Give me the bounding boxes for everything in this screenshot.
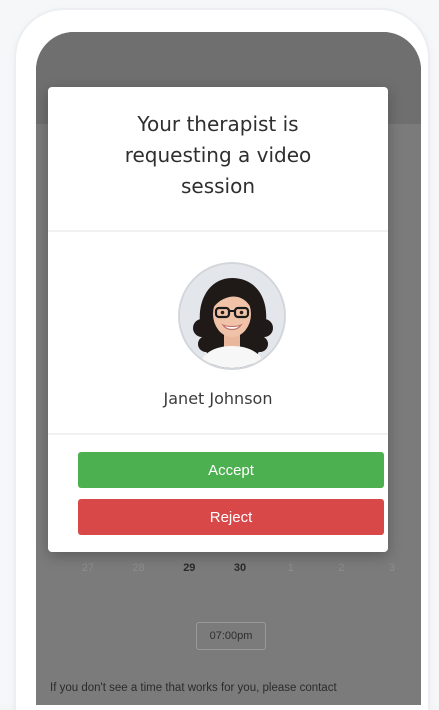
calendar-day[interactable]: 1	[273, 562, 309, 580]
calendar-day[interactable]: 29	[171, 562, 207, 580]
modal-title-line: session	[180, 174, 256, 198]
accept-button[interactable]: Accept	[78, 452, 384, 488]
calendar-day[interactable]: 2	[323, 562, 359, 580]
availability-notice: If you don't see a time that works for y…	[50, 682, 337, 694]
calendar-day-row: 27 28 29 30 1 2 3	[70, 562, 410, 580]
modal-title: Your therapist is requesting a video ses…	[68, 109, 368, 202]
therapist-portrait-icon	[180, 264, 284, 368]
calendar-day[interactable]: 28	[121, 562, 157, 580]
calendar-day[interactable]: 27	[70, 562, 106, 580]
therapist-name: Janet Johnson	[163, 389, 273, 408]
time-slot-button[interactable]: 07:00pm	[196, 622, 266, 650]
modal-title-line: requesting a video	[124, 143, 312, 167]
calendar-day[interactable]: 3	[374, 562, 410, 580]
calendar-day[interactable]: 30	[222, 562, 258, 580]
video-session-request-modal: Your therapist is requesting a video ses…	[48, 87, 388, 552]
modal-title-line: Your therapist is	[137, 112, 299, 136]
reject-button[interactable]: Reject	[78, 499, 384, 535]
modal-divider	[48, 433, 388, 435]
modal-divider	[48, 230, 388, 232]
therapist-avatar	[178, 262, 286, 370]
